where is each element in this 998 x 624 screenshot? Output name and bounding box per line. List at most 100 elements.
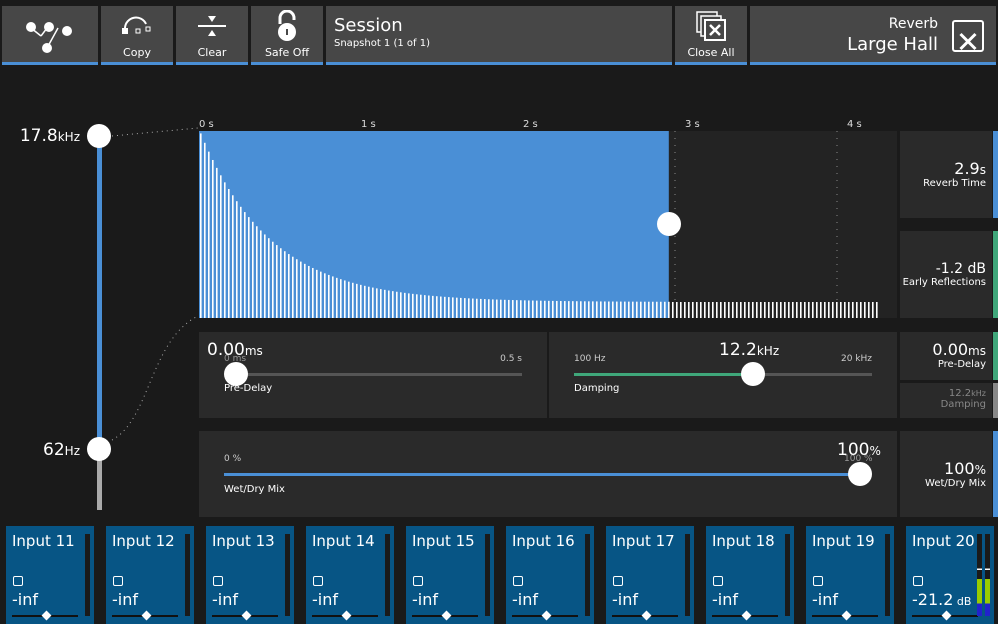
decay-bar [632, 301, 634, 318]
decay-bar [756, 302, 758, 318]
decay-bar [608, 301, 610, 318]
channel-strip[interactable]: Input 17. -inf [606, 526, 694, 624]
safe-button[interactable]: Safe Off [251, 6, 323, 65]
decay-bar [612, 301, 614, 318]
channel-strip[interactable]: Input 19. -inf [806, 526, 894, 624]
decay-bar [648, 301, 650, 318]
decay-bar [584, 301, 586, 318]
reverb-time-readout[interactable]: 2.9s Reverb Time [900, 131, 992, 218]
routing-button[interactable] [2, 6, 98, 65]
channel-strip[interactable]: Input 13. -inf [206, 526, 294, 624]
grid-icon: . [313, 576, 323, 586]
decay-bar [356, 283, 358, 318]
low-freq-handle[interactable] [87, 437, 111, 461]
decay-bar [588, 301, 590, 318]
decay-bar [456, 297, 458, 318]
time-tick-label: 4 s [847, 119, 862, 130]
reverb-decay-graph[interactable] [199, 131, 897, 318]
close-button[interactable] [952, 20, 984, 52]
decay-bar [784, 302, 786, 318]
fader-handle[interactable] [441, 610, 452, 621]
fader-handle[interactable] [641, 610, 652, 621]
fader-handle[interactable] [341, 610, 352, 621]
fader-handle[interactable] [141, 610, 152, 621]
mix-readout[interactable]: 100% Wet/Dry Mix [900, 431, 992, 517]
decay-bar [504, 299, 506, 318]
decay-bar [428, 295, 430, 318]
mix-value: 100% [837, 440, 881, 460]
decay-bar [256, 226, 258, 318]
level-meter [485, 534, 490, 616]
fader-handle[interactable] [541, 610, 552, 621]
high-freq-handle[interactable] [87, 124, 111, 148]
decay-bar [600, 301, 602, 318]
decay-bar [340, 279, 342, 318]
fader-handle[interactable] [841, 610, 852, 621]
decay-bar [520, 300, 522, 318]
channel-strip[interactable]: Input 12. -inf [106, 526, 194, 624]
channel-level: -inf [412, 590, 438, 609]
channel-level: -inf [212, 590, 238, 609]
decay-bar [860, 302, 862, 318]
decay-bar [460, 297, 462, 318]
routing-icon [26, 22, 72, 53]
predelay-slider[interactable] [236, 373, 522, 376]
decay-bar [772, 302, 774, 318]
damping-slider[interactable] [574, 373, 872, 376]
channel-strip[interactable]: Input 20. -21.2 dB [906, 526, 994, 624]
early-reflections-readout[interactable]: -1.2 dB Early Reflections [900, 231, 992, 318]
clear-button[interactable]: Clear [176, 6, 248, 65]
low-freq-readout: 62Hz [43, 440, 80, 460]
decay-bar [524, 300, 526, 318]
decay-bar [728, 302, 730, 318]
decay-bar [248, 217, 250, 318]
close-all-button[interactable]: Close All [675, 6, 747, 65]
reverb-time-handle[interactable] [656, 212, 681, 236]
channel-name: Input 11 [12, 532, 75, 550]
channel-name: Input 17 [612, 532, 675, 550]
decay-bar [436, 296, 438, 318]
channel-strip[interactable]: Input 16. -inf [506, 526, 594, 624]
decay-bar [668, 301, 670, 318]
decay-bar [484, 299, 486, 318]
copy-button[interactable]: Copy [101, 6, 173, 65]
damping-handle[interactable] [741, 362, 765, 386]
channel-strip[interactable]: Input 18. -inf [706, 526, 794, 624]
predelay-max: 0.5 s [500, 354, 522, 364]
channel-level: -inf [112, 590, 138, 609]
decay-bar [664, 301, 666, 318]
copy-icon [122, 16, 151, 34]
decay-bar [308, 265, 310, 318]
decay-bar [604, 301, 606, 318]
time-tick-label: 2 s [523, 119, 538, 130]
session-button[interactable]: Session Snapshot 1 (1 of 1) [326, 6, 672, 65]
fader-handle[interactable] [741, 610, 752, 621]
channel-strip[interactable]: Input 14. -inf [306, 526, 394, 624]
predelay-readout[interactable]: 0.00ms Pre-Delay [900, 332, 992, 380]
decay-bar [564, 301, 566, 318]
channel-name: Input 12 [112, 532, 175, 550]
decay-bar [380, 289, 382, 318]
fader-handle[interactable] [41, 610, 52, 621]
fader-handle[interactable] [241, 610, 252, 621]
decay-bar [536, 300, 538, 318]
decay-bar [416, 294, 418, 318]
decay-bar [568, 301, 570, 318]
decay-bar [832, 302, 834, 318]
decay-bar [476, 298, 478, 318]
damping-panel: 100 Hz 20 kHz 12.2kHz Damping [549, 332, 897, 418]
mix-slider[interactable] [224, 473, 860, 476]
decay-bar [840, 302, 842, 318]
channel-strip[interactable]: Input 15. -inf [406, 526, 494, 624]
decay-bar [560, 301, 562, 318]
decay-bar [272, 241, 274, 318]
channel-strip[interactable]: Input 11. -inf [6, 526, 94, 624]
damping-readout[interactable]: 12.2kHz Damping [900, 383, 992, 418]
fader-handle[interactable] [941, 610, 952, 621]
grid-icon: . [513, 576, 523, 586]
decay-bar [876, 302, 878, 318]
clear-label: Clear [197, 46, 227, 59]
decay-bar [720, 302, 722, 318]
channel-name: Input 13 [212, 532, 275, 550]
mix-handle[interactable] [848, 462, 872, 486]
